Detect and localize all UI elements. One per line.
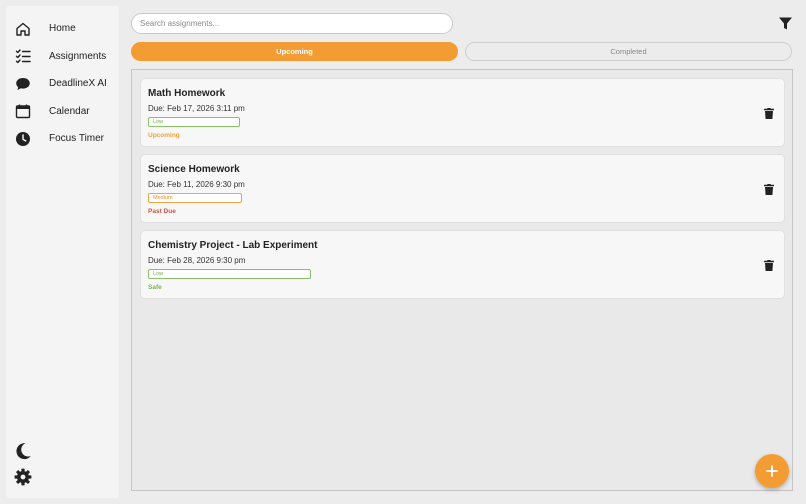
sidebar-item-deadlinex-ai[interactable]: DeadlineX AI bbox=[6, 70, 119, 98]
calendar-icon bbox=[15, 103, 31, 119]
assignment-list: Math Homework Due: Feb 17, 2026 3:11 pm … bbox=[131, 69, 793, 491]
assignment-due-date: Due: Feb 17, 2026 3:11 pm bbox=[148, 104, 245, 113]
home-icon bbox=[15, 21, 31, 37]
gear-icon[interactable] bbox=[14, 468, 32, 486]
add-assignment-button[interactable] bbox=[755, 454, 789, 488]
trash-icon[interactable] bbox=[764, 108, 774, 119]
sidebar-item-label: Assignments bbox=[49, 50, 107, 62]
assignment-due-date: Due: Feb 28, 2026 9:30 pm bbox=[148, 256, 246, 265]
status-label: Safe bbox=[148, 284, 162, 291]
tab-completed[interactable]: Completed bbox=[465, 42, 792, 61]
assignment-card[interactable]: Math Homework Due: Feb 17, 2026 3:11 pm … bbox=[140, 78, 785, 147]
sidebar-item-label: Focus Timer bbox=[49, 133, 105, 145]
status-label: Past Due bbox=[148, 208, 176, 215]
sidebar-item-label: Calendar bbox=[49, 105, 90, 117]
sidebar-nav: Home Assignments DeadlineX AI Calendar F… bbox=[6, 6, 119, 153]
search-input[interactable] bbox=[131, 13, 453, 34]
assignment-title: Science Homework bbox=[148, 164, 240, 175]
status-label: Upcoming bbox=[148, 132, 180, 139]
assignment-card[interactable]: Chemistry Project - Lab Experiment Due: … bbox=[140, 230, 785, 299]
sidebar-item-label: DeadlineX AI bbox=[49, 78, 107, 90]
moon-icon[interactable] bbox=[14, 442, 32, 460]
plus-icon bbox=[766, 465, 778, 477]
assignment-title: Math Homework bbox=[148, 88, 226, 99]
sidebar-item-label: Home bbox=[49, 23, 76, 35]
trash-icon[interactable] bbox=[764, 184, 774, 195]
sidebar-item-calendar[interactable]: Calendar bbox=[6, 98, 119, 126]
tab-upcoming[interactable]: Upcoming bbox=[131, 42, 458, 61]
filter-icon[interactable] bbox=[779, 17, 792, 30]
priority-badge: Low bbox=[148, 117, 240, 127]
sidebar-item-focus-timer[interactable]: Focus Timer bbox=[6, 125, 119, 153]
priority-badge: Low bbox=[148, 269, 311, 279]
trash-icon[interactable] bbox=[764, 260, 774, 271]
sidebar-item-assignments[interactable]: Assignments bbox=[6, 43, 119, 71]
checklist-icon bbox=[15, 48, 31, 64]
sidebar-bottom bbox=[14, 442, 32, 486]
clock-icon bbox=[15, 131, 31, 147]
assignment-due-date: Due: Feb 11, 2026 9:30 pm bbox=[148, 180, 245, 189]
chat-bubble-icon bbox=[15, 76, 31, 92]
priority-badge: Medium bbox=[148, 193, 242, 203]
assignment-title: Chemistry Project - Lab Experiment bbox=[148, 240, 318, 251]
sidebar: Home Assignments DeadlineX AI Calendar F… bbox=[6, 6, 119, 498]
assignment-card[interactable]: Science Homework Due: Feb 11, 2026 9:30 … bbox=[140, 154, 785, 223]
sidebar-item-home[interactable]: Home bbox=[6, 15, 119, 43]
